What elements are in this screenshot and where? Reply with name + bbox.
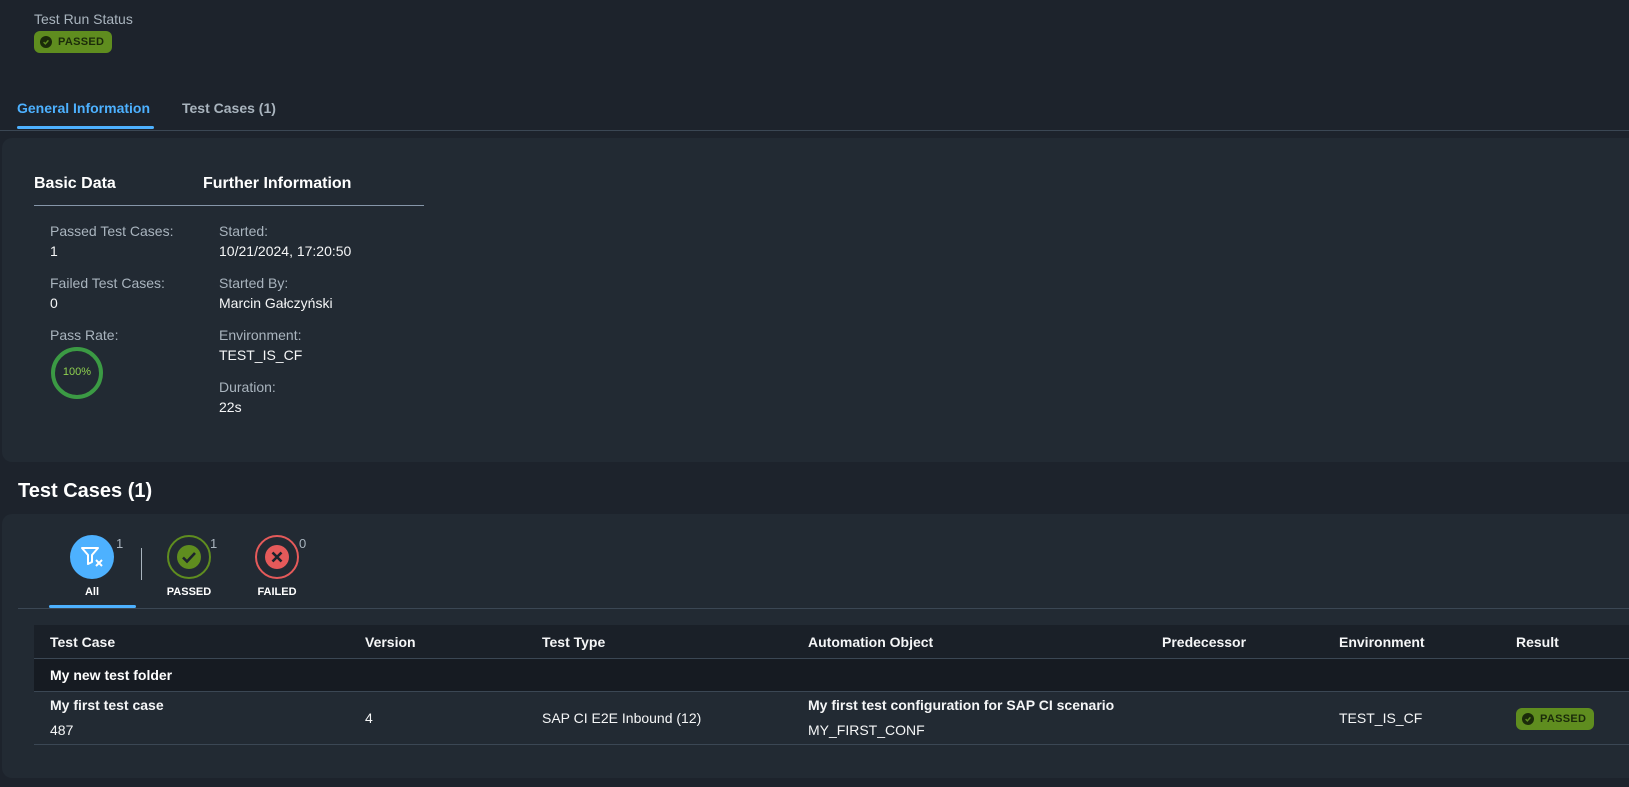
column-header-test-case[interactable]: Test Case — [50, 634, 115, 650]
result-badge-text: PASSED — [1540, 713, 1587, 725]
column-header-test-type[interactable]: Test Type — [542, 634, 605, 650]
tab-test-cases[interactable]: Test Cases (1) — [182, 100, 276, 116]
automation-object-link[interactable]: My first test configuration for SAP CI s… — [808, 697, 1114, 713]
version-cell: 4 — [365, 710, 373, 726]
group-row-label: My new test folder — [50, 667, 173, 683]
tab-general-information[interactable]: General Information — [17, 100, 150, 116]
filter-clear-icon — [81, 547, 103, 567]
test-type-cell: SAP CI E2E Inbound (12) — [542, 710, 702, 726]
check-icon — [1522, 713, 1534, 725]
filter-all-label: All — [84, 586, 100, 598]
result-badge: PASSED — [1516, 708, 1595, 730]
environment-value: TEST_IS_CF — [219, 347, 303, 363]
status-badge: PASSED — [34, 31, 113, 53]
check-circle-icon — [177, 545, 201, 569]
filter-failed-count: 0 — [299, 536, 307, 551]
environment-cell: TEST_IS_CF — [1339, 710, 1423, 726]
section-divider — [34, 205, 424, 206]
active-tab-indicator — [17, 126, 154, 129]
test-case-link[interactable]: My first test case — [50, 697, 164, 713]
environment-label: Environment: — [219, 327, 302, 343]
filter-divider — [141, 548, 142, 580]
column-header-result[interactable]: Result — [1516, 634, 1559, 650]
group-row[interactable]: My new test folder — [34, 659, 1629, 692]
duration-value: 22s — [219, 399, 242, 415]
duration-label: Duration: — [219, 379, 276, 395]
check-icon — [40, 36, 52, 48]
pass-rate-label: Pass Rate: — [50, 327, 119, 343]
automation-object-id: MY_FIRST_CONF — [808, 722, 925, 738]
started-value: 10/21/2024, 17:20:50 — [219, 243, 352, 259]
column-header-predecessor[interactable]: Predecessor — [1162, 634, 1246, 650]
passed-test-cases-label: Passed Test Cases: — [50, 223, 174, 239]
tab-bar: General Information Test Cases (1) — [0, 96, 1629, 131]
failed-test-cases-label: Failed Test Cases: — [50, 275, 165, 291]
passed-test-cases-value: 1 — [50, 243, 58, 259]
table-header: Test Case Version Test Type Automation O… — [34, 625, 1629, 659]
table-row[interactable]: My first test case 487 4 SAP CI E2E Inbo… — [34, 692, 1629, 745]
filter-passed-button[interactable] — [167, 535, 211, 579]
basic-data-title: Basic Data — [34, 175, 116, 192]
filter-failed-button[interactable] — [255, 535, 299, 579]
status-badge-text: PASSED — [58, 36, 105, 48]
filter-passed-count: 1 — [210, 536, 218, 551]
error-circle-icon — [265, 545, 289, 569]
test-cases-title: Test Cases (1) — [18, 480, 153, 502]
filter-all-button[interactable] — [70, 535, 114, 579]
test-run-status-label: Test Run Status — [34, 11, 133, 27]
column-header-automation-object[interactable]: Automation Object — [808, 634, 933, 650]
started-by-label: Started By: — [219, 275, 289, 291]
column-header-version[interactable]: Version — [365, 634, 416, 650]
filter-all-count: 1 — [116, 536, 124, 551]
pass-rate-value: 100% — [62, 366, 92, 378]
filter-bar-divider — [18, 608, 1629, 609]
filter-failed-label: FAILED — [257, 586, 297, 598]
further-information-title: Further Information — [203, 175, 352, 192]
failed-test-cases-value: 0 — [50, 295, 58, 311]
column-header-environment[interactable]: Environment — [1339, 634, 1425, 650]
started-by-value: Marcin Gałczyński — [219, 295, 333, 311]
filter-passed-label: PASSED — [166, 586, 212, 598]
started-label: Started: — [219, 223, 269, 239]
test-case-id: 487 — [50, 722, 74, 738]
